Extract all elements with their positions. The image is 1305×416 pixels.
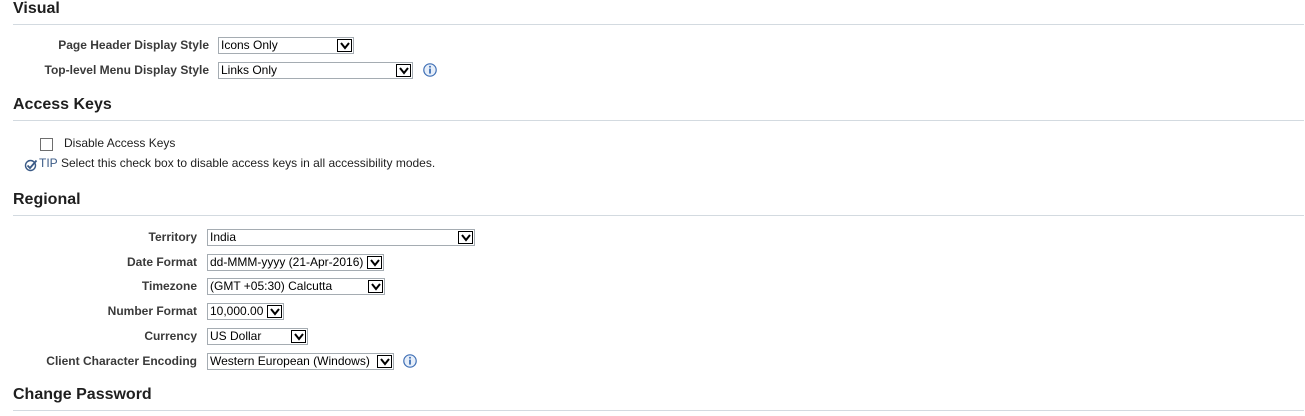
number-format-select[interactable]: 10,000.00 [207,303,284,320]
territory-value: India [210,230,237,244]
encoding-select[interactable]: Western European (Windows) [207,353,394,370]
number-format-row: Number Format 10,000.00 [0,302,500,320]
tip-check-icon [24,159,38,172]
preferences-page: Visual Page Header Display Style Icons O… [0,0,1305,416]
chevron-down-icon[interactable] [337,39,352,52]
top-menu-style-row: Top-level Menu Display Style Links Only [0,61,500,79]
currency-value: US Dollar [210,329,262,343]
date-format-value: dd-MMM-yyyy (21-Apr-2016) [210,255,364,269]
encoding-label: Client Character Encoding [46,354,197,368]
section-divider [13,215,1304,216]
date-format-row: Date Format dd-MMM-yyyy (21-Apr-2016) [0,253,500,271]
chevron-down-icon[interactable] [267,305,282,318]
section-divider [13,120,1304,121]
top-menu-style-value: Links Only [221,63,278,77]
territory-row: Territory India [0,228,500,246]
chevron-down-icon[interactable] [368,280,383,293]
section-divider [13,24,1304,25]
section-title-change-password: Change Password [13,386,152,403]
currency-label: Currency [144,329,197,343]
section-title-visual: Visual [13,0,60,17]
tip-text: Select this check box to disable access … [61,156,436,170]
page-header-style-value: Icons Only [221,38,278,52]
page-header-style-row: Page Header Display Style Icons Only [0,36,500,54]
page-header-style-label: Page Header Display Style [58,38,209,52]
date-format-label: Date Format [126,255,197,269]
chevron-down-icon[interactable] [377,355,392,368]
territory-select[interactable]: India [207,229,475,246]
top-menu-style-select[interactable]: Links Only [218,62,413,79]
encoding-row: Client Character Encoding Western Europe… [0,352,500,370]
info-icon[interactable] [423,63,437,77]
chevron-down-icon[interactable] [291,330,306,343]
number-format-value: 10,000.00 [210,304,264,318]
timezone-value: (GMT +05:30) Calcutta [210,279,333,293]
currency-select[interactable]: US Dollar [207,328,308,345]
encoding-value: Western European (Windows) [210,354,370,368]
top-menu-style-label: Top-level Menu Display Style [44,63,209,77]
page-header-style-select[interactable]: Icons Only [218,37,354,54]
date-format-select[interactable]: dd-MMM-yyyy (21-Apr-2016) [207,254,384,271]
section-title-access-keys: Access Keys [13,96,112,113]
chevron-down-icon[interactable] [396,64,411,77]
territory-label: Territory [148,230,197,244]
number-format-label: Number Format [107,304,197,318]
timezone-row: Timezone (GMT +05:30) Calcutta [0,277,500,295]
section-divider [13,410,1304,411]
section-title-regional: Regional [13,191,81,208]
timezone-select[interactable]: (GMT +05:30) Calcutta [207,278,385,295]
disable-access-keys-label: Disable Access Keys [64,136,176,150]
tip-label: TIP [39,156,58,170]
currency-row: Currency US Dollar [0,327,500,345]
timezone-label: Timezone [141,279,197,293]
chevron-down-icon[interactable] [367,256,382,269]
chevron-down-icon[interactable] [458,231,473,244]
disable-access-keys-checkbox[interactable] [40,138,53,151]
info-icon[interactable] [403,354,417,368]
